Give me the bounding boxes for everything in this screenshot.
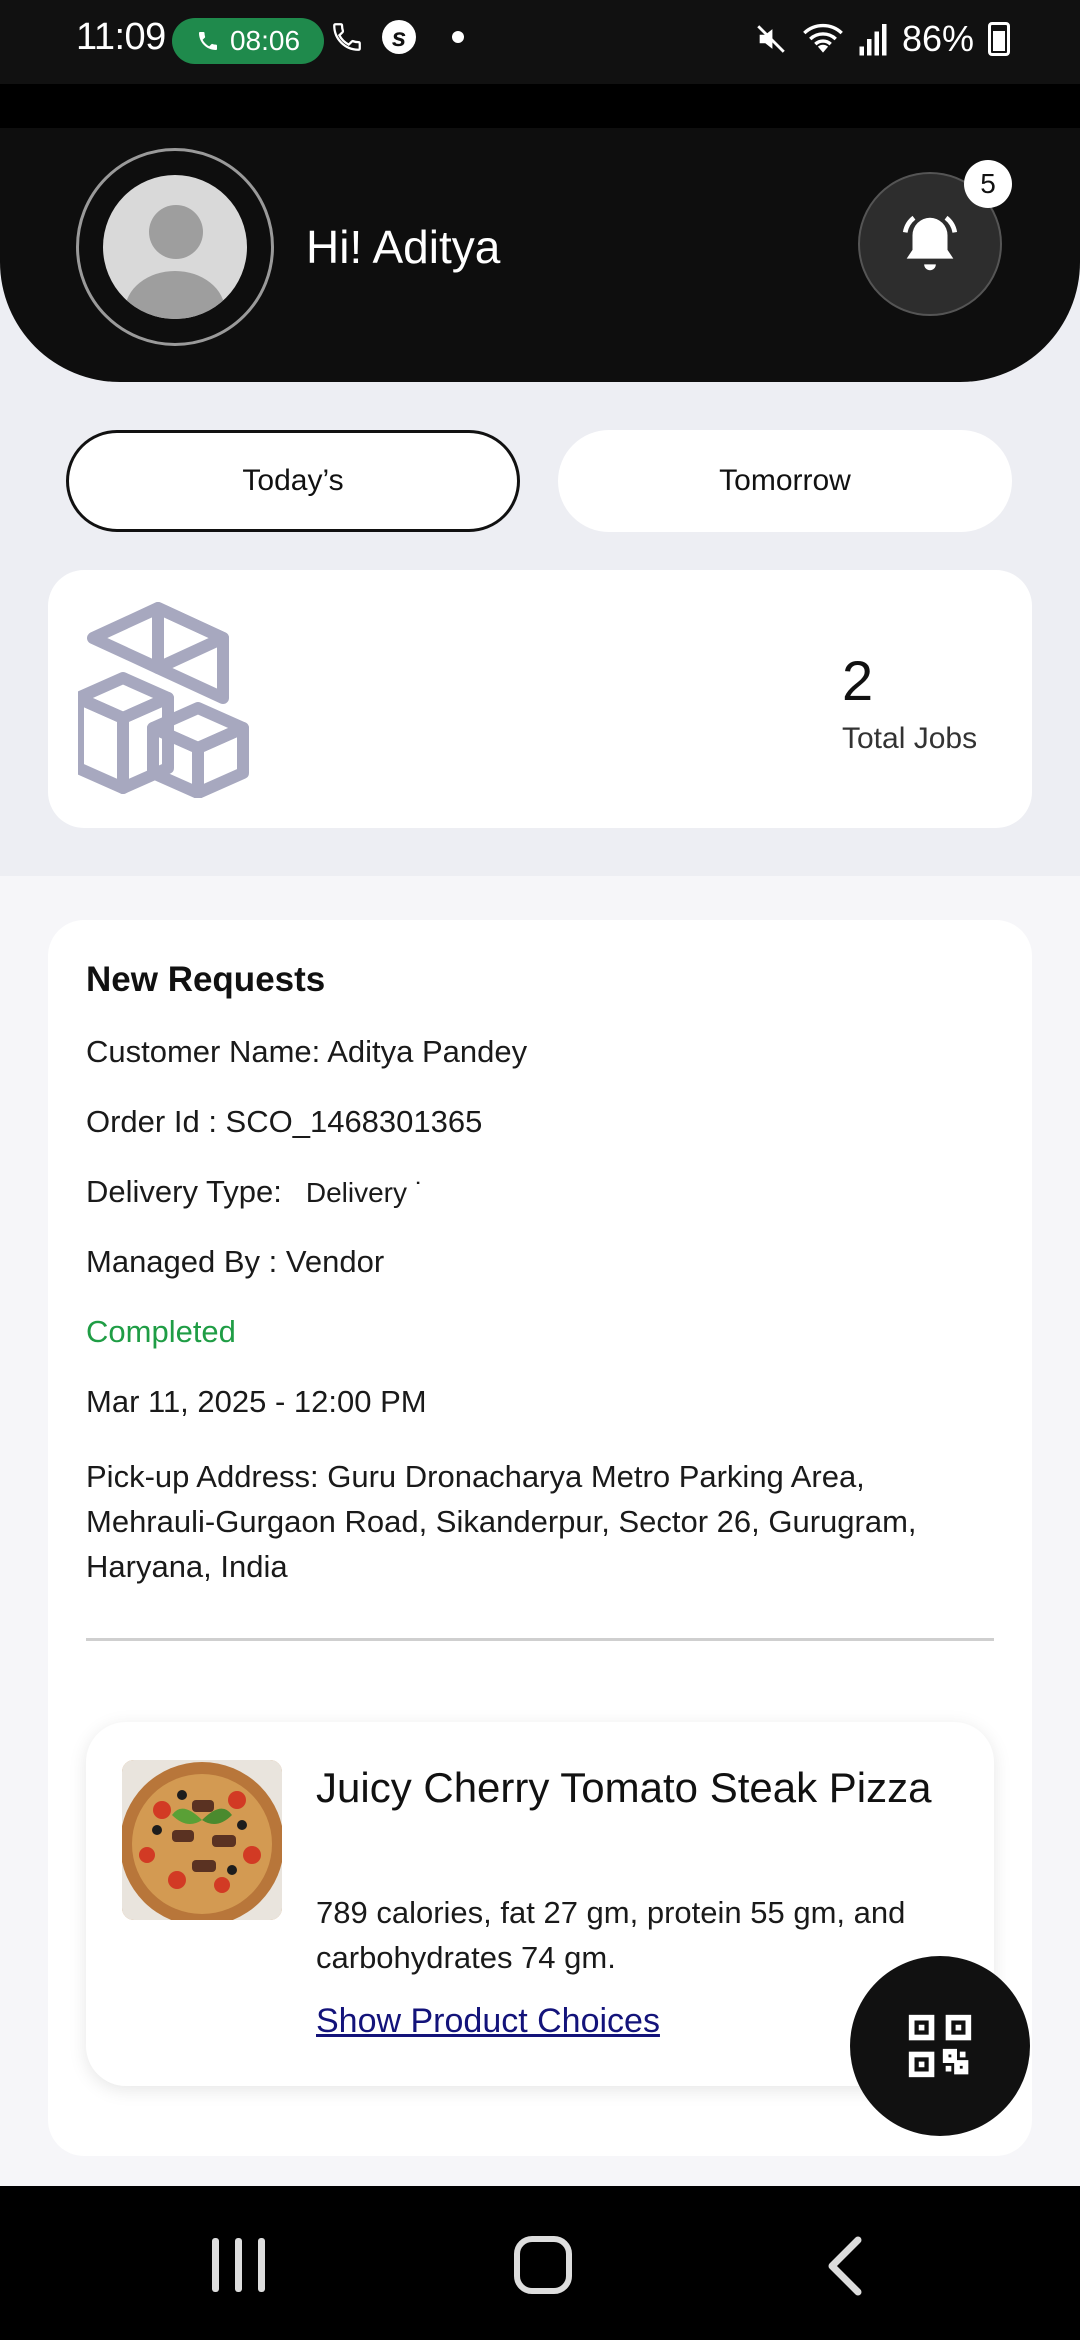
pickup-address: Pick-up Address: Guru Dronacharya Metro …: [86, 1459, 917, 1584]
tab-tomorrow[interactable]: Tomorrow: [558, 430, 1012, 532]
delivery-type: Delivery Type: Delivery ˙: [86, 1174, 424, 1210]
bell-icon: [902, 215, 958, 271]
ongoing-call-pill[interactable]: 08:06: [172, 18, 324, 64]
divider: [86, 1638, 994, 1641]
mute-icon: [757, 25, 785, 53]
greeting-text: Hi! Aditya: [306, 221, 501, 273]
battery-percent: 86%: [901, 18, 974, 59]
profile-avatar-button[interactable]: [76, 148, 274, 346]
delivery-type-label: Delivery Type:: [86, 1174, 282, 1209]
status-time: 11:09: [76, 16, 166, 58]
wifi-icon: [803, 23, 843, 53]
notification-count-badge: 5: [964, 160, 1012, 208]
tab-today[interactable]: Today’s: [66, 430, 520, 532]
qr-scan-button[interactable]: [850, 1956, 1030, 2136]
wifi-call-icon: [333, 23, 361, 51]
qr-code-icon: [908, 2014, 972, 2078]
header-spacer: [0, 84, 1080, 128]
product-description: 789 calories, fat 27 gm, protein 55 gm, …: [316, 1895, 906, 1975]
recent-apps-button[interactable]: [212, 2238, 265, 2292]
system-navigation-bar: [0, 2186, 1080, 2340]
back-button[interactable]: [826, 2236, 866, 2296]
order-datetime: Mar 11, 2025 - 12:00 PM: [86, 1384, 427, 1419]
managed-by: Managed By : Vendor: [86, 1244, 385, 1279]
call-timer: 08:06: [229, 25, 301, 56]
signal-icon: [859, 24, 887, 56]
new-request-card[interactable]: New Requests Customer Name: Aditya Pande…: [48, 920, 1032, 2156]
s-app-icon: s: [382, 20, 416, 54]
status-text: Completed: [86, 1314, 236, 1349]
battery-icon: [988, 22, 1010, 56]
avatar: [103, 175, 247, 319]
section-title: New Requests: [86, 960, 326, 999]
status-bar: 11:09 08:06 s 86%: [0, 0, 1080, 84]
pizza-image: [122, 1760, 282, 1920]
total-jobs-count: 2: [842, 649, 874, 712]
boxes-icon: [78, 602, 249, 798]
home-button[interactable]: [514, 2236, 572, 2294]
delivery-type-value: Delivery ˙: [305, 1177, 425, 1208]
product-name: Juicy Cherry Tomato Steak Pizza: [316, 1764, 932, 1811]
customer-name: Customer Name: Aditya Pandey: [86, 1034, 528, 1069]
total-jobs-label: Total Jobs: [842, 722, 978, 755]
show-product-choices-link[interactable]: Show Product Choices: [316, 2002, 660, 2041]
notification-dot-icon: [452, 31, 464, 43]
total-jobs-card: 2 Total Jobs: [48, 570, 1032, 828]
order-id: Order Id : SCO_1468301365: [86, 1104, 483, 1139]
phone-icon: [198, 32, 217, 50]
app-header: Hi! Aditya: [0, 128, 1080, 382]
